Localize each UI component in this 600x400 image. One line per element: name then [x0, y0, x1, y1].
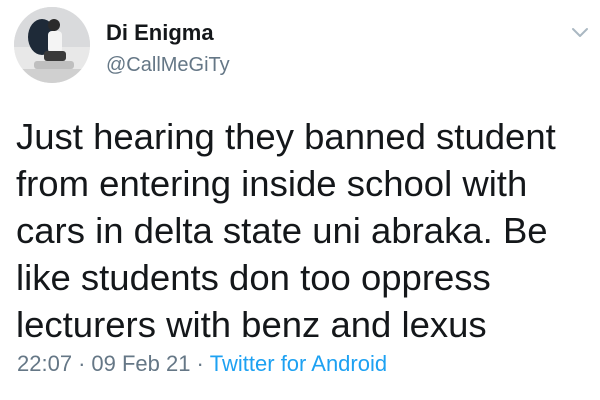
meta-separator: ·	[196, 351, 204, 376]
author-handle[interactable]: @CallMeGiTy	[106, 54, 230, 77]
chevron-down-icon[interactable]	[568, 20, 592, 44]
tweet-text-line: from entering inside school with	[16, 163, 528, 204]
tweet-text-line: lecturers with benz and lexus	[16, 304, 487, 345]
tweet-date[interactable]: 09 Feb 21	[91, 351, 190, 376]
avatar[interactable]	[14, 7, 90, 83]
author-display-name[interactable]: Di Enigma	[106, 20, 214, 46]
tweet-time[interactable]: 22:07	[17, 351, 72, 376]
avatar-image	[14, 7, 90, 83]
tweet-source-link[interactable]: Twitter for Android	[210, 351, 387, 376]
tweet-text-line: Just hearing they banned student	[16, 116, 556, 157]
meta-separator: ·	[78, 351, 86, 376]
tweet-text: Just hearing they banned student from en…	[16, 113, 591, 348]
tweet-text-line: like students don too oppress	[16, 257, 491, 298]
tweet-card: Di Enigma @CallMeGiTy Just hearing they …	[0, 0, 600, 400]
tweet-metadata: 22:07 · 09 Feb 21 · Twitter for Android	[17, 351, 387, 377]
tweet-text-line: cars in delta state uni abraka. Be	[16, 210, 548, 251]
